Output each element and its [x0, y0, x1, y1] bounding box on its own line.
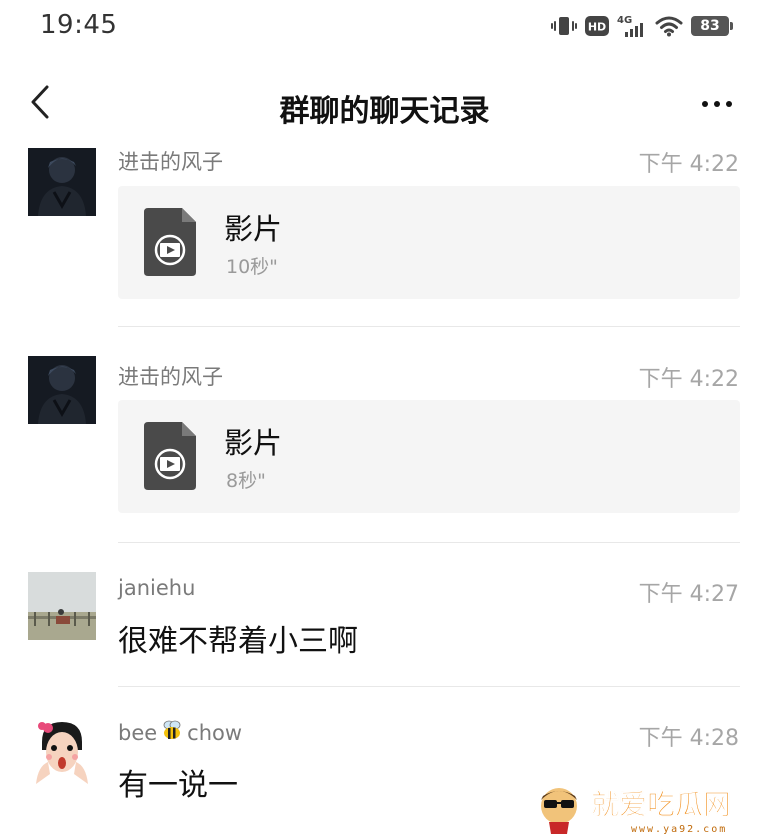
avatar[interactable] [28, 148, 96, 216]
video-file-icon [144, 208, 196, 280]
video-duration: 8秒" [226, 470, 266, 492]
avatar[interactable] [28, 356, 96, 424]
message-text: 很难不帮着小三啊 [118, 624, 358, 659]
watermark: 就爱吃瓜网 www.ya92.com [531, 778, 763, 838]
message-time: 下午 4:22 [638, 152, 739, 177]
watermark-text: 就爱吃瓜网 [591, 788, 731, 821]
hd-label: HD [588, 21, 606, 34]
more-dots-icon [702, 101, 708, 107]
cellular-signal-icon: 4G [617, 14, 647, 38]
status-bar: 19:45 HD 4G 83 [0, 0, 769, 56]
video-title: 影片 [224, 426, 283, 460]
sender-name: janiehu [118, 576, 196, 600]
divider [118, 542, 740, 543]
network-label: 4G [617, 15, 632, 26]
battery-level: 83 [700, 18, 720, 34]
sender-name: 进击的风子 [118, 365, 223, 389]
bee-icon [161, 720, 183, 745]
watermark-mascot-icon [541, 788, 577, 834]
video-card[interactable]: 影片 8秒" [118, 400, 740, 513]
avatar[interactable] [28, 572, 96, 640]
avatar[interactable] [28, 716, 96, 784]
sender-name: bee chow [118, 720, 242, 745]
watermark-url: www.ya92.com [631, 824, 727, 835]
sender-name-suffix: chow [187, 720, 243, 745]
video-file-icon [144, 422, 196, 494]
message-list[interactable]: 进击的风子 下午 4:22 影片 10秒" 进击的风子 下午 4:22 影片 8… [0, 142, 769, 838]
divider [118, 686, 740, 687]
battery-indicator: 83 [691, 16, 733, 36]
message-text: 有一说一 [118, 768, 238, 803]
message-time: 下午 4:28 [638, 726, 739, 751]
wifi-icon [655, 15, 683, 37]
sender-name: 进击的风子 [118, 150, 223, 174]
status-icons: HD 4G 83 [551, 14, 733, 38]
video-card[interactable]: 影片 10秒" [118, 186, 740, 299]
nav-bar: 群聊的聊天记录 [0, 66, 769, 142]
status-time: 19:45 [40, 10, 118, 40]
video-duration: 10秒" [226, 256, 278, 278]
divider [118, 326, 740, 327]
sender-name-prefix: bee [118, 720, 158, 745]
message-time: 下午 4:22 [638, 367, 739, 392]
message-time: 下午 4:27 [638, 582, 739, 607]
more-button[interactable] [695, 88, 739, 120]
vibrate-icon [551, 15, 577, 37]
hd-icon: HD [585, 15, 609, 37]
page-title: 群聊的聊天记录 [279, 94, 490, 129]
video-title: 影片 [224, 212, 283, 246]
